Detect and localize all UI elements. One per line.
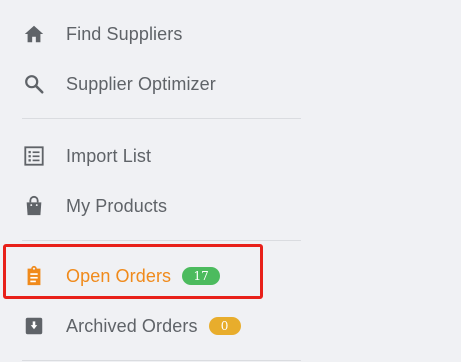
- list-icon: [22, 144, 46, 168]
- sidebar-item-label: My Products: [66, 195, 168, 216]
- sidebar-item-archived-orders[interactable]: Archived Orders 0: [22, 306, 301, 346]
- sidebar-item-supplier-optimizer[interactable]: Supplier Optimizer: [22, 64, 301, 104]
- sidebar-item-find-suppliers[interactable]: Find Suppliers: [22, 14, 301, 54]
- divider: [22, 118, 301, 119]
- divider: [22, 360, 301, 361]
- archived-orders-count-badge: 0: [208, 317, 241, 335]
- sidebar-item-label: Import List: [66, 145, 152, 166]
- sidebar-item-import-list[interactable]: Import List: [22, 136, 301, 176]
- archive-box-icon: [22, 314, 46, 338]
- home-icon: [22, 22, 46, 46]
- divider: [22, 240, 301, 241]
- search-icon: [22, 72, 46, 96]
- highlight-box: [3, 244, 263, 299]
- sidebar-item-label: Archived Orders: [66, 315, 198, 336]
- shopping-bag-icon: [22, 194, 46, 218]
- sidebar-item-my-products[interactable]: My Products: [22, 186, 301, 226]
- sidebar-item-label: Supplier Optimizer: [66, 73, 216, 94]
- sidebar-nav: Find Suppliers Supplier Optimizer Import…: [0, 0, 301, 362]
- sidebar-item-label: Find Suppliers: [66, 23, 183, 44]
